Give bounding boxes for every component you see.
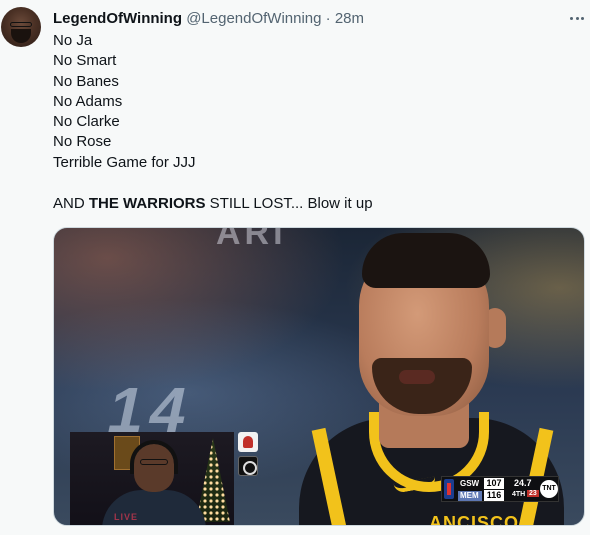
tweet-line: No Rose — [53, 133, 112, 151]
tweet-media-video[interactable]: ARI 14 ANCISCO LIVE GSW 107 MEM 116 24.7… — [53, 227, 585, 526]
timestamp[interactable]: 28m — [335, 10, 364, 27]
more-options-icon[interactable] — [567, 9, 587, 27]
shot-clock: 23 — [527, 490, 539, 497]
line-bold: THE WARRIORS — [88, 195, 206, 213]
tweet-line: No Clarke — [53, 113, 120, 131]
score-away: 107 — [484, 478, 504, 489]
tweet-text: No Ja No Smart No Banes No Adams No Clar… — [53, 31, 373, 214]
tweet-line: No Smart — [53, 52, 117, 70]
tnt-logo-icon: TNT — [540, 480, 558, 498]
tweet-line: No Ja — [53, 32, 93, 49]
line-prefix: AND — [53, 195, 89, 213]
quarter: 4TH — [512, 491, 526, 498]
jersey-wordmark: ANCISCO — [429, 513, 520, 526]
scorebug: GSW 107 MEM 116 24.7 4TH 23 TNT — [441, 476, 559, 502]
author-handle[interactable]: @LegendOfWinning — [186, 10, 321, 27]
headset-icon — [130, 440, 178, 474]
team-home: MEM — [458, 491, 482, 501]
tweet-line: No Adams — [53, 92, 123, 110]
streamer-webcam-overlay: LIVE — [70, 432, 234, 525]
tweet-line: No Banes — [53, 72, 119, 90]
christmas-tree — [196, 438, 230, 522]
team-away: GSW — [460, 479, 480, 488]
tweet: LegendOfWinning @LegendOfWinning · 28m N… — [0, 0, 590, 535]
avatar-beard — [11, 29, 31, 43]
channel-logo-icon — [238, 456, 258, 476]
avatar[interactable] — [1, 7, 41, 47]
league-logo-icon — [444, 479, 454, 499]
tweet-line: Terrible Game for JJJ — [53, 153, 196, 171]
game-clock: 24.7 — [514, 478, 532, 488]
line-suffix: STILL LOST... Blow it up — [205, 195, 373, 213]
tweet-line-final: AND THE WARRIORS STILL LOST... Blow it u… — [53, 194, 373, 214]
score-home: 116 — [484, 490, 504, 501]
author-name[interactable]: LegendOfWinning — [53, 10, 182, 27]
tweet-header: LegendOfWinning @LegendOfWinning · 28m — [53, 9, 364, 29]
separator: · — [325, 10, 331, 27]
avatar-glasses — [10, 22, 32, 27]
bird-logo-icon — [238, 432, 258, 452]
